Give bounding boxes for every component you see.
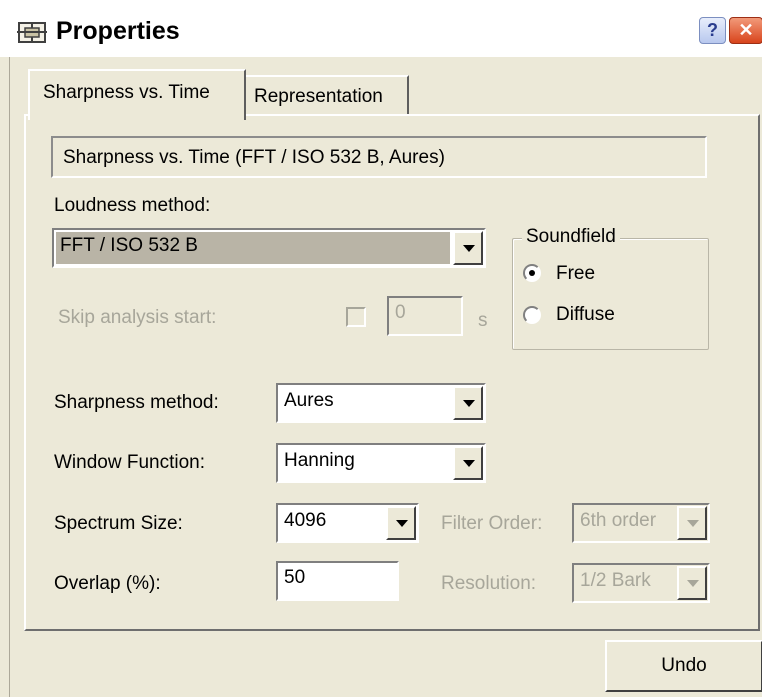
- skip-analysis-label: Skip analysis start:: [58, 307, 217, 328]
- chevron-down-icon: [687, 580, 699, 587]
- spectrum-size-value: 4096: [284, 510, 327, 531]
- pin-icon: [17, 22, 47, 43]
- window-function-label: Window Function:: [54, 452, 206, 473]
- soundfield-title: Soundfield: [522, 226, 620, 248]
- resolution-value: 1/2 Bark: [580, 570, 651, 591]
- skip-analysis-unit: s: [478, 310, 488, 331]
- dropdown-arrow-button[interactable]: [453, 231, 483, 265]
- description-text: Sharpness vs. Time (FFT / ISO 532 B, Aur…: [63, 147, 445, 168]
- radio-diffuse-label: Diffuse: [556, 304, 615, 325]
- undo-button-label: Undo: [661, 655, 707, 676]
- spectrum-size-select[interactable]: 4096: [276, 503, 419, 543]
- sharpness-method-value: Aures: [284, 390, 334, 411]
- dropdown-arrow-button[interactable]: [453, 446, 483, 480]
- dropdown-arrow-button[interactable]: [453, 386, 483, 420]
- help-button[interactable]: ?: [699, 17, 726, 44]
- chevron-down-icon: [463, 460, 475, 467]
- title-bar: Properties ? ✕: [0, 0, 762, 57]
- loudness-method-label: Loudness method:: [54, 195, 211, 216]
- chevron-down-icon: [463, 400, 475, 407]
- resolution-label: Resolution:: [441, 573, 537, 594]
- tab-label: Sharpness vs. Time: [43, 82, 210, 103]
- filter-order-label: Filter Order:: [441, 513, 543, 534]
- resolution-select[interactable]: 1/2 Bark: [572, 563, 710, 603]
- chevron-down-icon: [463, 245, 475, 252]
- overlap-input[interactable]: 50: [276, 561, 399, 601]
- dropdown-arrow-button[interactable]: [386, 506, 416, 540]
- dialog-title: Properties: [56, 17, 180, 45]
- dropdown-arrow-button[interactable]: [677, 566, 707, 600]
- chevron-down-icon: [687, 520, 699, 527]
- loudness-method-value: FFT / ISO 532 B: [60, 235, 198, 256]
- sharpness-method-select[interactable]: Aures: [276, 383, 486, 423]
- close-button[interactable]: ✕: [729, 17, 762, 44]
- soundfield-group: [512, 238, 709, 350]
- overlap-value: 50: [284, 567, 306, 588]
- dropdown-arrow-button[interactable]: [677, 506, 707, 540]
- overlap-label: Overlap (%):: [54, 573, 161, 594]
- skip-analysis-checkbox[interactable]: [346, 307, 366, 327]
- window-function-value: Hanning: [284, 450, 355, 471]
- skip-analysis-input[interactable]: 0: [387, 296, 463, 336]
- radio-diffuse[interactable]: [523, 306, 541, 324]
- tab-sharpness-vs-time[interactable]: Sharpness vs. Time: [28, 69, 246, 120]
- loudness-method-select[interactable]: FFT / ISO 532 B: [52, 228, 486, 268]
- skip-analysis-value: 0: [395, 302, 406, 323]
- tab-panel: [24, 114, 760, 631]
- description-field: Sharpness vs. Time (FFT / ISO 532 B, Aur…: [51, 136, 707, 178]
- sharpness-method-label: Sharpness method:: [54, 392, 219, 413]
- spectrum-size-label: Spectrum Size:: [54, 513, 183, 534]
- window-frame-left: [0, 57, 10, 697]
- radio-free-label: Free: [556, 263, 596, 284]
- properties-dialog: Properties ? ✕ Sharpness vs. Time Repres…: [0, 0, 762, 697]
- filter-order-value: 6th order: [580, 510, 657, 531]
- chevron-down-icon: [396, 520, 408, 527]
- radio-free[interactable]: [523, 264, 541, 282]
- undo-button[interactable]: Undo: [605, 640, 762, 692]
- tab-label: Representation: [254, 86, 383, 107]
- tab-representation[interactable]: Representation: [246, 75, 409, 115]
- window-function-select[interactable]: Hanning: [276, 443, 486, 483]
- filter-order-select[interactable]: 6th order: [572, 503, 710, 543]
